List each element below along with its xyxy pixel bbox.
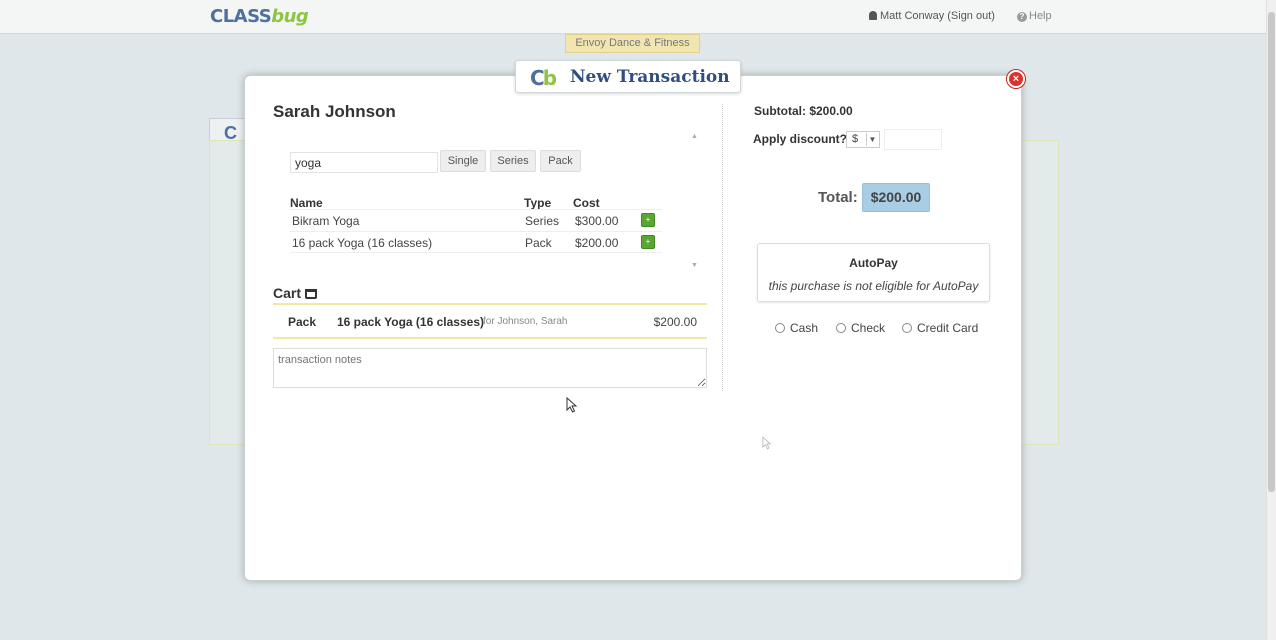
discount-amount-input[interactable]: [884, 129, 942, 150]
logo-text-class: CLASS: [210, 6, 272, 27]
transaction-notes-field[interactable]: [273, 348, 707, 388]
user-menu[interactable]: Matt Conway (Sign out): [869, 10, 995, 22]
search-input[interactable]: [290, 152, 438, 173]
discount-unit-value: $: [852, 133, 859, 145]
filter-series-button[interactable]: Series: [490, 150, 536, 172]
ghost-cursor-icon: [762, 436, 772, 450]
row-cost: $300.00: [575, 214, 619, 228]
subtotal: Subtotal: $200.00: [754, 104, 853, 118]
cart-heading-label: Cart: [273, 285, 302, 301]
autopay-note: this purchase is not eligible for AutoPa…: [768, 279, 979, 293]
user-label[interactable]: Matt Conway (Sign out): [880, 10, 995, 22]
mouse-cursor-icon: [566, 397, 578, 413]
table-row: Bikram Yoga Series $300.00 +: [290, 209, 662, 231]
cart-icon: [305, 289, 318, 299]
column-divider: [722, 104, 723, 391]
row-type: Pack: [525, 236, 552, 250]
add-to-cart-button[interactable]: +: [641, 235, 655, 249]
cart-item: Pack 16 pack Yoga (16 classes) for Johns…: [273, 303, 707, 339]
row-cost: $200.00: [575, 236, 619, 250]
column-header-name: Name: [290, 196, 323, 210]
results-scrollbar[interactable]: ▲ ▼: [689, 133, 699, 269]
cart-item-price: $200.00: [653, 315, 697, 329]
classbug-logo[interactable]: CLASSbug: [210, 6, 309, 27]
modal-title: New Transaction: [570, 67, 730, 87]
payment-label: Check: [851, 321, 886, 335]
page-scrollbar[interactable]: [1266, 0, 1276, 640]
column-header-cost: Cost: [573, 196, 600, 210]
scroll-up-icon[interactable]: ▲: [691, 133, 698, 140]
cb-logo-icon: Cb: [530, 66, 557, 90]
page-scrollbar-thumb[interactable]: [1268, 12, 1275, 492]
studio-badge: Envoy Dance & Fitness: [565, 34, 700, 53]
payment-cash-radio[interactable]: Cash: [775, 321, 818, 335]
total-value: $200.00: [862, 183, 930, 212]
filter-single-button[interactable]: Single: [440, 150, 486, 172]
question-icon: ?: [1017, 12, 1027, 22]
row-name: Bikram Yoga: [292, 214, 360, 228]
cart-item-type: Pack: [288, 315, 317, 329]
cart-heading: Cart: [273, 285, 318, 301]
customer-name: Sarah Johnson: [273, 102, 396, 121]
payment-check-radio[interactable]: Check: [836, 321, 885, 335]
modal-title-tab: Cb New Transaction: [515, 60, 741, 93]
autopay-heading: AutoPay: [849, 256, 898, 270]
discount-unit-select[interactable]: $ ▼: [846, 131, 880, 148]
discount-label: Apply discount?: [753, 132, 847, 146]
column-header-type: Type: [524, 196, 552, 210]
autopay-panel: AutoPay this purchase is not eligible fo…: [757, 243, 990, 302]
chevron-down-icon: ▼: [866, 133, 878, 146]
table-row: 16 pack Yoga (16 classes) Pack $200.00 +: [290, 231, 662, 253]
help-link[interactable]: ? Help: [1017, 10, 1052, 22]
row-type: Series: [525, 214, 560, 228]
help-label[interactable]: Help: [1029, 10, 1052, 22]
cart-item-for: for Johnson, Sarah: [483, 316, 568, 327]
filter-pack-button[interactable]: Pack: [540, 150, 581, 172]
logo-text-bug: bug: [271, 6, 309, 27]
payment-credit-card-radio[interactable]: Credit Card: [902, 321, 978, 335]
user-icon: [869, 11, 877, 20]
row-name: 16 pack Yoga (16 classes): [292, 236, 433, 250]
total-label: Total:: [818, 189, 858, 206]
payment-label: Cash: [790, 321, 819, 335]
cart-item-name: 16 pack Yoga (16 classes): [337, 315, 484, 329]
scroll-down-icon[interactable]: ▼: [691, 262, 698, 269]
radio-icon[interactable]: [902, 323, 912, 333]
radio-icon[interactable]: [836, 323, 846, 333]
top-bar: CLASSbug Matt Conway (Sign out) ? Help: [0, 0, 1276, 34]
add-to-cart-button[interactable]: +: [641, 213, 655, 227]
radio-icon[interactable]: [775, 323, 785, 333]
close-icon[interactable]: ×: [1007, 70, 1025, 88]
payment-label: Credit Card: [917, 321, 979, 335]
